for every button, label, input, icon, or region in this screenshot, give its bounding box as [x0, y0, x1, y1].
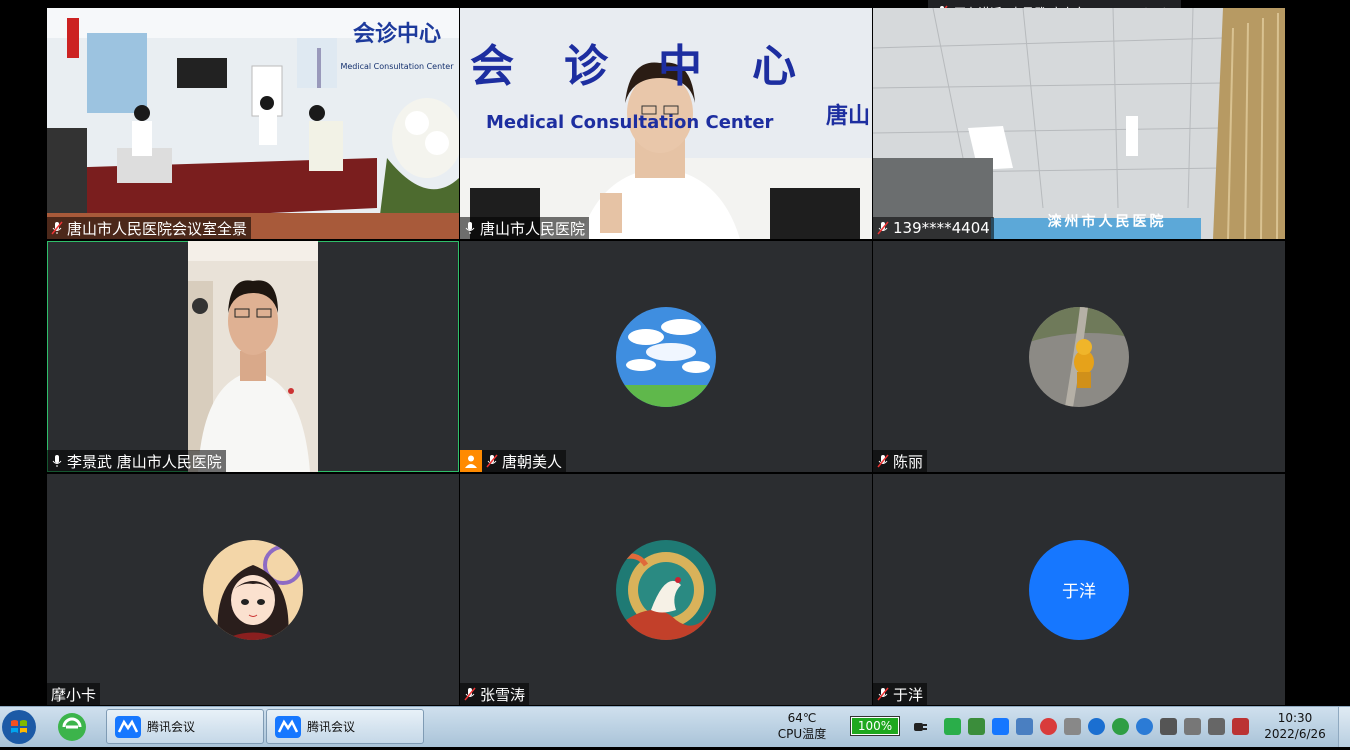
participant-name-label: 139****4404	[873, 217, 994, 239]
taskbar-label: 腾讯会议	[147, 720, 196, 734]
participant-name: 唐朝美人	[502, 452, 563, 471]
participant-name: 于洋	[893, 685, 924, 704]
hospital-banner: 滦州市人民医院	[1047, 214, 1167, 230]
taskbar-tencent-meeting-1[interactable]: 腾讯会议	[106, 709, 264, 744]
sky-avatar-image	[616, 306, 716, 407]
display-icon[interactable]	[1208, 718, 1225, 735]
show-desktop-button[interactable]	[1338, 707, 1350, 747]
participant-name-label: 张雪涛	[460, 683, 530, 705]
mic-icon	[52, 455, 62, 467]
participant-tile-room[interactable]: 会诊中心 Medical Consultation Center 唐山市人民医院…	[47, 8, 459, 239]
sync-icon[interactable]	[1136, 718, 1153, 735]
participant-name: 唐山市人民医院会议室全景	[67, 219, 248, 238]
taskbar-label: 腾讯会议	[307, 720, 356, 734]
tencent-meeting-tray-icon[interactable]	[992, 718, 1009, 735]
participant-tile[interactable]: 张雪涛	[460, 474, 872, 705]
cpu-temperature[interactable]: 64℃ CPU温度	[772, 710, 832, 750]
browser-icon[interactable]	[56, 711, 88, 743]
participant-name: 139****4404	[893, 219, 990, 237]
wall-sign-cn: 会诊中心	[470, 41, 846, 92]
avatar	[616, 539, 716, 640]
participant-name: 张雪涛	[480, 685, 526, 704]
meeting-stage: 正在讲话: 李景武 唐山市...	[0, 0, 1350, 706]
usb-icon[interactable]	[1184, 718, 1201, 735]
participant-name-label: 李景武 唐山市人民医院	[47, 450, 226, 472]
participant-tile[interactable]: 陈丽	[873, 241, 1285, 472]
clock-time: 10:30	[1277, 711, 1313, 725]
cartoon-girl-avatar-image	[203, 539, 303, 640]
cpu-temp-value: 64℃	[787, 711, 817, 725]
participant-name-label: 摩小卡	[47, 683, 101, 705]
add-icon[interactable]	[1112, 718, 1129, 735]
system-clock[interactable]: 10:30 2022/6/26	[1260, 710, 1330, 750]
participant-tile[interactable]: 于洋 于洋	[873, 474, 1285, 705]
avatar	[1029, 306, 1129, 407]
network-icon[interactable]	[1016, 718, 1033, 735]
wall-sign: 会诊中心 Medical Consultation Center 唐山	[460, 8, 872, 158]
system-tray	[944, 718, 1249, 735]
avatar: 于洋	[1029, 539, 1129, 640]
participant-name: 唐山市人民医院	[480, 219, 586, 238]
battery-level: 100%	[852, 718, 898, 734]
wall-sign-right: 唐山	[826, 104, 871, 129]
participant-name-label: 唐朝美人	[460, 450, 567, 472]
wechat-icon[interactable]	[944, 718, 961, 735]
room-wall-sign: 会诊中心 Medical Consultation Center	[337, 16, 457, 71]
participant-tile-phone[interactable]: 滦州市人民医院 139****4404	[873, 8, 1285, 239]
crane-art-avatar-image	[616, 539, 716, 640]
antivirus-icon[interactable]	[1040, 718, 1057, 735]
road-avatar-image	[1029, 306, 1129, 407]
mic-muted-icon	[877, 454, 889, 468]
user-icon	[460, 450, 482, 472]
wall-sign-en: Medical Consultation Center	[486, 112, 774, 133]
mic-muted-icon	[877, 687, 889, 701]
ceiling-video	[873, 8, 1285, 239]
cpu-temp-label: CPU温度	[777, 727, 827, 741]
participant-name-label: 唐山市人民医院	[460, 217, 590, 239]
flag-icon[interactable]	[1160, 718, 1177, 735]
room-sign-cn: 会诊中心	[352, 22, 441, 47]
shield-icon[interactable]	[968, 718, 985, 735]
participant-tile[interactable]: 唐朝美人	[460, 241, 872, 472]
participant-name-label: 唐山市人民医院会议室全景	[47, 217, 252, 239]
volume-muted-icon[interactable]	[1232, 718, 1249, 735]
avatar	[203, 539, 303, 640]
tencent-meeting-icon	[115, 715, 141, 738]
mic-muted-icon	[464, 687, 476, 701]
mic-icon	[465, 222, 475, 234]
participant-tile-hospital[interactable]: 会诊中心 Medical Consultation Center 唐山 唐山市人…	[460, 8, 872, 239]
room-sign-en: Medical Consultation Center	[340, 62, 454, 71]
clock-date: 2022/6/26	[1264, 727, 1326, 741]
mic-muted-icon	[877, 221, 889, 235]
participant-tile[interactable]: 摩小卡	[47, 474, 459, 705]
speaker-video	[188, 241, 318, 472]
participant-name: 陈丽	[893, 452, 924, 471]
printer-icon[interactable]	[1064, 718, 1081, 735]
taskbar-tencent-meeting-2[interactable]: 腾讯会议	[266, 709, 424, 744]
participant-name: 摩小卡	[51, 685, 97, 704]
battery-indicator[interactable]: 100%	[850, 716, 900, 736]
mic-muted-icon	[486, 454, 498, 468]
mic-icon	[51, 221, 63, 235]
participant-name-label: 于洋	[873, 683, 928, 705]
video-grid: 会诊中心 Medical Consultation Center 唐山市人民医院…	[47, 8, 1286, 705]
participant-tile-speaker[interactable]: 李景武 唐山市人民医院	[47, 241, 459, 472]
chat-icon[interactable]	[1088, 718, 1105, 735]
participant-name: 李景武 唐山市人民医院	[67, 452, 222, 471]
power-plug-icon[interactable]	[912, 719, 928, 735]
avatar	[616, 306, 716, 407]
tencent-meeting-icon	[275, 715, 301, 738]
windows-start-icon[interactable]	[0, 708, 38, 746]
taskbar: 腾讯会议 腾讯会议 64℃ CPU温度 100% 10:30 2022/6/26	[0, 706, 1350, 747]
participant-name-label: 陈丽	[873, 450, 928, 472]
